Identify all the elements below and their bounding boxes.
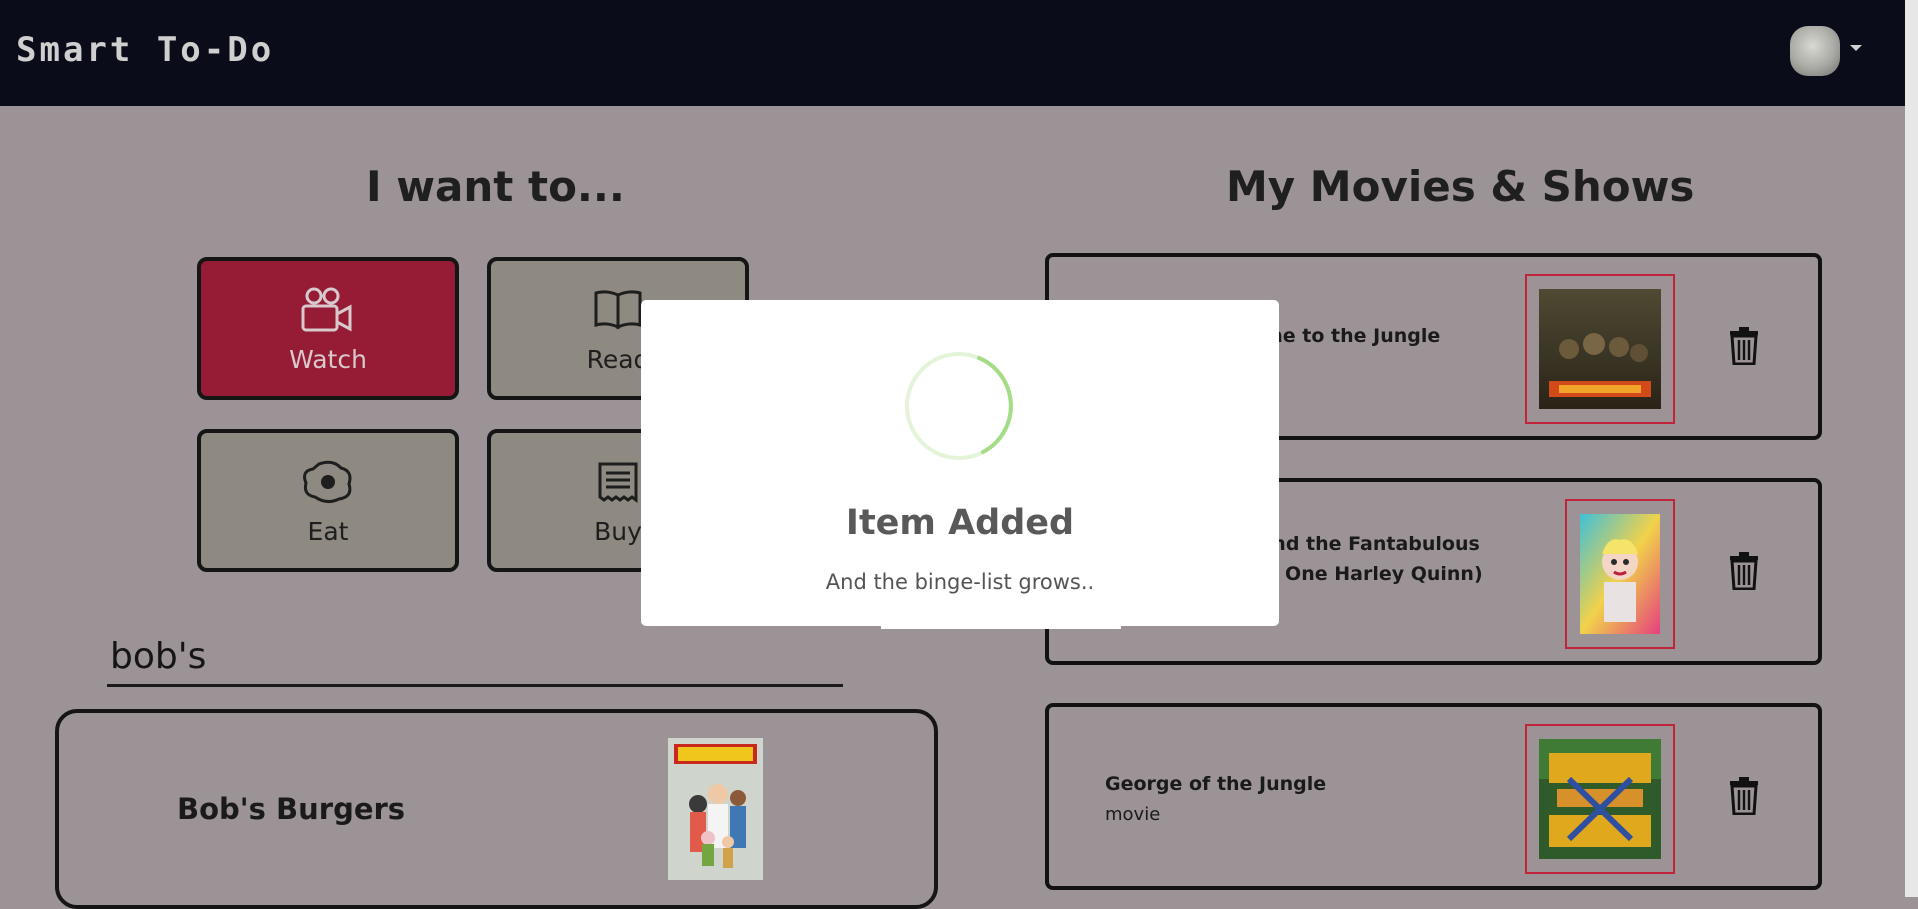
video-camera-icon	[201, 287, 455, 333]
modal-edge	[881, 626, 1121, 629]
item-title-line: George of the Jungle	[1105, 773, 1327, 795]
george-of-the-jungle-poster[interactable]	[1525, 724, 1675, 874]
category-watch-button[interactable]: Watch	[197, 257, 459, 400]
delete-trash-icon[interactable]	[1729, 552, 1759, 591]
user-avatar[interactable]	[1790, 26, 1840, 76]
category-eat-label: Eat	[307, 517, 349, 546]
my-list-heading: My Movies & Shows	[1226, 162, 1695, 211]
chevron-down-icon[interactable]	[1850, 45, 1862, 51]
delete-trash-icon[interactable]	[1729, 777, 1759, 816]
success-spinner-icon	[903, 350, 1015, 462]
jumanji-poster[interactable]	[1525, 274, 1675, 424]
birds-of-prey-poster[interactable]	[1565, 499, 1675, 649]
bobs-burgers-poster[interactable]	[668, 738, 763, 880]
scrollbar[interactable]	[1905, 0, 1918, 897]
item-type: movie	[1105, 804, 1161, 825]
category-eat-button[interactable]: Eat	[197, 429, 459, 572]
item-added-modal[interactable]: Item Added And the binge-list grows..	[641, 300, 1279, 629]
brand-logo[interactable]: Smart To-Do	[16, 30, 274, 70]
list-item: George of the Jungle movie	[1045, 703, 1822, 890]
search-result-title: Bob's Burgers	[177, 792, 406, 826]
modal-title: Item Added	[845, 503, 1075, 543]
delete-trash-icon[interactable]	[1729, 327, 1759, 366]
categories-heading: I want to...	[366, 162, 625, 211]
search-input[interactable]	[107, 629, 843, 687]
search-result-card[interactable]: Bob's Burgers	[55, 709, 938, 909]
modal-message: And the binge-list grows..	[825, 570, 1095, 594]
top-navbar: Smart To-Do	[0, 0, 1905, 106]
fried-egg-icon	[201, 459, 455, 505]
category-watch-label: Watch	[289, 345, 367, 374]
